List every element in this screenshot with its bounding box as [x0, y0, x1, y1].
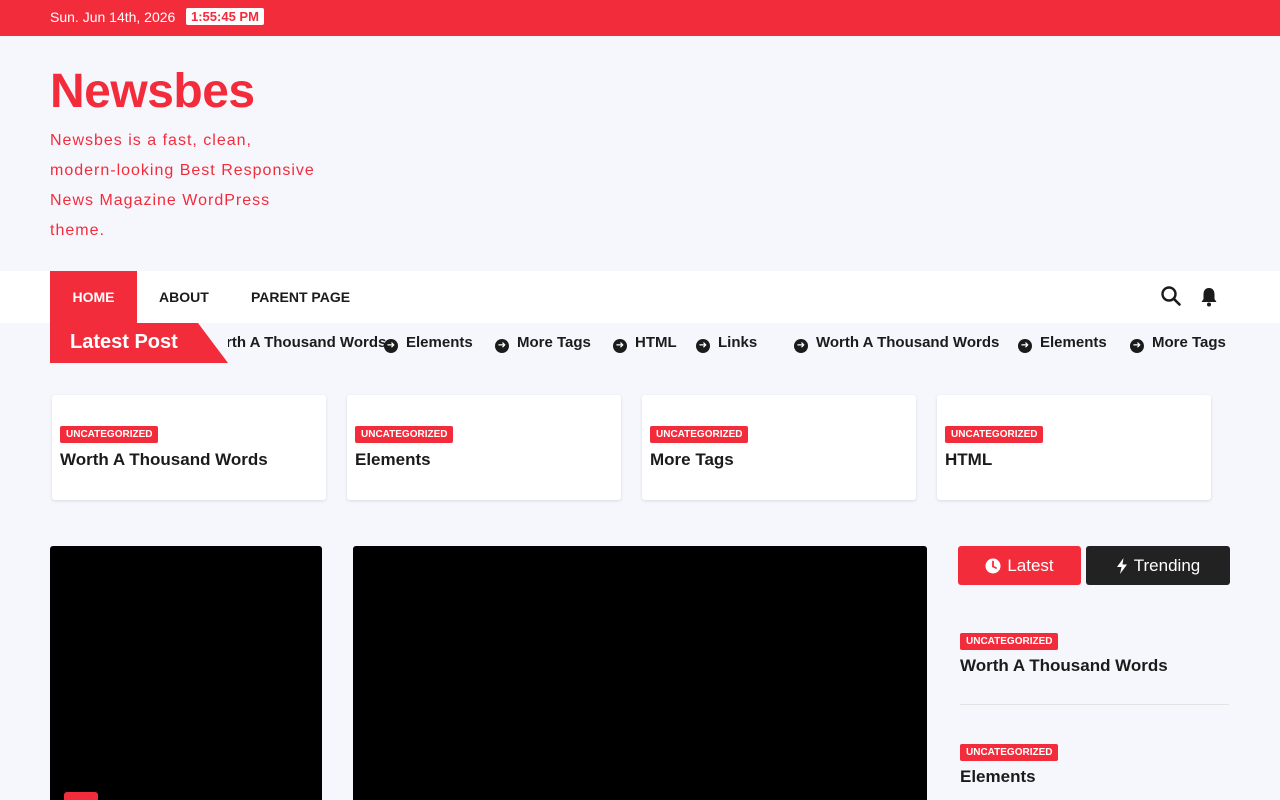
bell-icon[interactable] — [1199, 286, 1219, 308]
post-title[interactable]: More Tags — [650, 450, 734, 470]
category-badge[interactable]: UNCATEGORIZED — [960, 633, 1059, 650]
arrow-circle-right-icon: ➜ — [1018, 339, 1032, 353]
nav-about[interactable]: ABOUT — [159, 271, 209, 323]
arrow-circle-right-icon: ➜ — [384, 339, 398, 353]
post-title[interactable]: Elements — [355, 450, 431, 470]
category-badge[interactable]: UNCATEGORIZED — [60, 426, 159, 443]
site-title[interactable]: Newsbes — [50, 64, 255, 119]
site-description: Newsbes is a fast, clean, modern-looking… — [50, 132, 315, 239]
news-ticker: ➜Worth A Thousand Words ➜Elements ➜More … — [228, 323, 1230, 363]
bolt-icon — [1116, 558, 1127, 574]
nav-home[interactable]: HOME — [50, 271, 137, 323]
post-title[interactable]: HTML — [945, 450, 992, 470]
arrow-circle-right-icon: ➜ — [495, 339, 509, 353]
featured-post-image[interactable] — [50, 546, 322, 800]
divider — [960, 704, 1229, 705]
category-badge[interactable]: UNCATEGORIZED — [960, 744, 1059, 761]
category-badge[interactable]: UNCATEGORIZED — [650, 426, 749, 443]
current-time: 1:55:45 PM — [186, 8, 264, 25]
category-badge[interactable]: UNCATEGORIZED — [355, 426, 454, 443]
latest-post-label: Latest Post — [50, 323, 228, 363]
ticker-item[interactable]: ➜ More Tags — [495, 334, 591, 353]
top-bar: Sun. Jun 14th, 2026 1:55:45 PM — [0, 0, 1280, 36]
ticker-item[interactable]: ➜ Links — [696, 334, 757, 353]
post-card[interactable]: UNCATEGORIZED Elements — [347, 395, 621, 500]
search-icon[interactable] — [1160, 285, 1182, 307]
tab-trending[interactable]: Trending — [1086, 546, 1230, 585]
category-badge[interactable] — [64, 792, 98, 800]
arrow-circle-right-icon: ➜ — [1130, 339, 1144, 353]
tab-latest[interactable]: Latest — [958, 546, 1081, 585]
ticker-item[interactable]: ➜ More Tags — [1130, 334, 1226, 353]
post-title[interactable]: Elements — [960, 767, 1036, 787]
main-navigation: HOME ABOUT PARENT PAGE — [0, 271, 1280, 323]
post-title[interactable]: Worth A Thousand Words — [60, 450, 268, 470]
post-card[interactable]: UNCATEGORIZED HTML — [937, 395, 1211, 500]
ticker-item[interactable]: ➜Worth A Thousand Words — [794, 334, 999, 353]
post-card[interactable]: UNCATEGORIZED Worth A Thousand Words — [52, 395, 326, 500]
ticker-item[interactable]: ➜ Elements — [384, 334, 473, 353]
arrow-circle-right-icon: ➜ — [794, 339, 808, 353]
arrow-circle-right-icon: ➜ — [696, 339, 710, 353]
latest-post-label-text: Latest Post — [70, 331, 178, 353]
ticker-item[interactable]: ➜ HTML — [613, 334, 677, 353]
post-title[interactable]: Worth A Thousand Words — [960, 656, 1168, 676]
clock-icon — [985, 558, 1001, 574]
current-date: Sun. Jun 14th, 2026 — [50, 9, 176, 25]
category-badge[interactable]: UNCATEGORIZED — [945, 426, 1044, 443]
post-card[interactable]: UNCATEGORIZED More Tags — [642, 395, 916, 500]
nav-parent-page[interactable]: PARENT PAGE — [251, 271, 350, 323]
arrow-circle-right-icon: ➜ — [613, 339, 627, 353]
ticker-item[interactable]: ➜Worth A Thousand Words — [228, 334, 386, 353]
ticker-item[interactable]: ➜ Elements — [1018, 334, 1107, 353]
main-featured-image[interactable] — [353, 546, 927, 800]
